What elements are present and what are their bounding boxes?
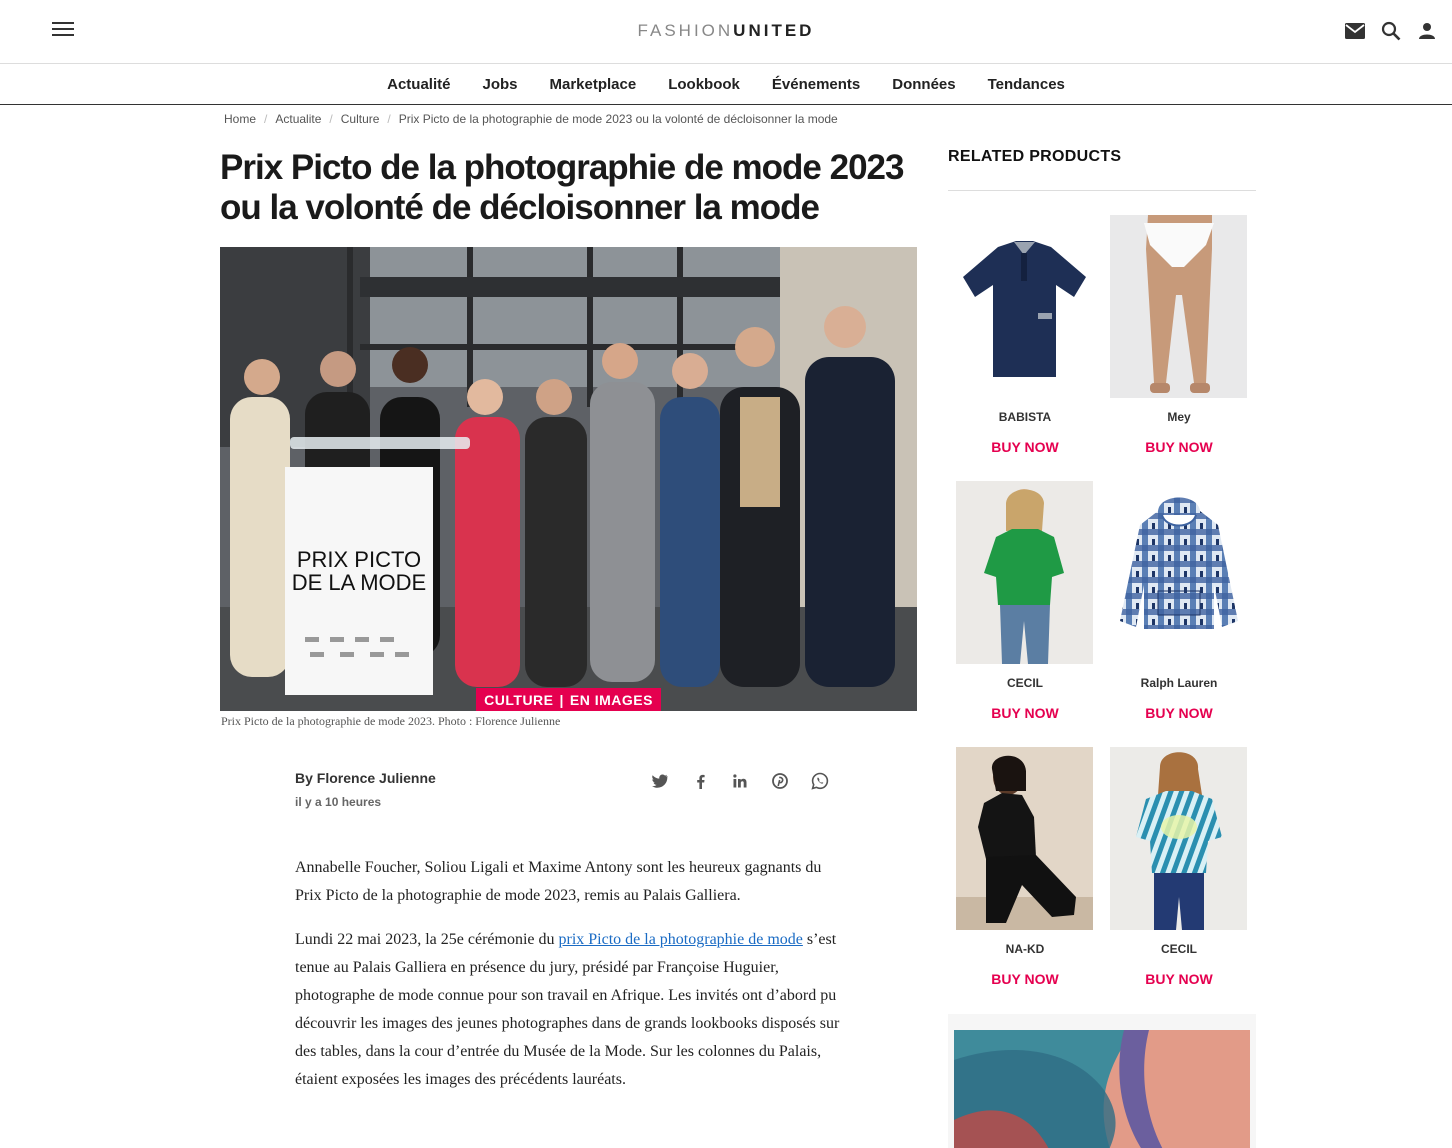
breadcrumb: Home / Actualite / Culture / Prix Picto de la … bbox=[224, 112, 838, 126]
main-nav: Actualité Jobs Marketplace Lookbook Évén… bbox=[0, 64, 1452, 105]
tag-en-images: EN IMAGES bbox=[569, 692, 653, 708]
logo-bold-text: UNITED bbox=[733, 21, 815, 40]
prix-picto-link[interactable]: prix Picto de la photographie de mode bbox=[558, 931, 802, 948]
breadcrumb-home[interactable]: Home bbox=[224, 112, 256, 126]
product-image[interactable] bbox=[1110, 215, 1247, 398]
article-body: Annabelle Foucher, Soliou Ligali et Maxi… bbox=[295, 854, 845, 1110]
logo-light-text: FASHION bbox=[637, 21, 734, 40]
buy-now-button[interactable]: BUY NOW bbox=[1110, 705, 1248, 721]
share-bar bbox=[650, 771, 830, 791]
account-icon[interactable] bbox=[1414, 18, 1440, 44]
breadcrumb-current[interactable]: Prix Picto de la photographie de mode 20… bbox=[399, 112, 838, 126]
hero-image[interactable]: PRIX PICTO DE LA MODE CULTURE | EN IMAGES bbox=[220, 247, 917, 711]
breadcrumb-separator: / bbox=[329, 112, 333, 126]
related-products-title: RELATED PRODUCTS bbox=[948, 148, 1122, 165]
top-bar: FASHIONUNITED bbox=[0, 0, 1452, 64]
nav-item-marketplace[interactable]: Marketplace bbox=[550, 76, 637, 93]
product-brand: CECIL bbox=[1007, 676, 1043, 690]
product-brand: NA-KD bbox=[1005, 942, 1045, 956]
product-image[interactable] bbox=[956, 747, 1093, 930]
pinterest-icon[interactable] bbox=[770, 771, 790, 791]
nav-item-jobs[interactable]: Jobs bbox=[482, 76, 517, 93]
divider bbox=[948, 190, 1256, 191]
nav-item-lookbook[interactable]: Lookbook bbox=[668, 76, 740, 93]
nav-item-actualite[interactable]: Actualité bbox=[387, 76, 450, 93]
article-title: Prix Picto de la photographie de mode 20… bbox=[220, 148, 904, 227]
product-card[interactable]: CECIL BUY NOW bbox=[956, 481, 1094, 721]
breadcrumb-actualite[interactable]: Actualite bbox=[275, 112, 321, 126]
podium-sign-line1: PRIX PICTO bbox=[297, 547, 421, 572]
image-caption: Prix Picto de la photographie de mode 20… bbox=[221, 714, 561, 728]
breadcrumb-separator: / bbox=[387, 112, 391, 126]
publish-time: il y a 10 heures bbox=[295, 795, 382, 809]
category-tag[interactable]: CULTURE | EN IMAGES bbox=[476, 688, 661, 711]
product-card[interactable]: CECIL BUY NOW bbox=[1110, 747, 1248, 987]
paragraph-1: Annabelle Foucher, Soliou Ligali et Maxi… bbox=[295, 859, 822, 904]
buy-now-button[interactable]: BUY NOW bbox=[1110, 971, 1248, 987]
paragraph-2-rest: s’est tenue au Palais Galliera en présen… bbox=[295, 931, 840, 1088]
buy-now-button[interactable]: BUY NOW bbox=[1110, 439, 1248, 455]
product-brand: Mey bbox=[1167, 410, 1191, 424]
nav-item-evenements[interactable]: Événements bbox=[772, 76, 860, 93]
breadcrumb-culture[interactable]: Culture bbox=[341, 112, 380, 126]
nav-item-donnees[interactable]: Données bbox=[892, 76, 955, 93]
nav-item-tendances[interactable]: Tendances bbox=[988, 76, 1065, 93]
byline: By Florence Julienne il y a 10 heures bbox=[295, 770, 436, 809]
paragraph-2: Lundi 22 mai 2023, la 25e cérémonie du p… bbox=[295, 926, 845, 1094]
whatsapp-icon[interactable] bbox=[810, 771, 830, 791]
product-card[interactable]: BABISTA BUY NOW bbox=[956, 215, 1094, 455]
search-icon[interactable] bbox=[1378, 18, 1404, 44]
product-card[interactable]: Mey BUY NOW bbox=[1110, 215, 1248, 455]
product-brand: Ralph Lauren bbox=[1140, 676, 1218, 690]
podium-sign-line2: DE LA MODE bbox=[292, 570, 426, 595]
mail-icon[interactable] bbox=[1342, 18, 1368, 44]
linkedin-icon[interactable] bbox=[730, 771, 750, 791]
product-brand: BABISTA bbox=[998, 410, 1052, 424]
product-image[interactable] bbox=[1110, 481, 1247, 664]
facebook-icon[interactable] bbox=[690, 771, 710, 791]
twitter-icon[interactable] bbox=[650, 771, 670, 791]
product-card[interactable]: Ralph Lauren BUY NOW bbox=[1110, 481, 1248, 721]
paragraph-2-lead: Lundi 22 mai 2023, la 25e cérémonie du bbox=[295, 931, 559, 948]
buy-now-button[interactable]: BUY NOW bbox=[956, 705, 1094, 721]
site-logo[interactable]: FASHIONUNITED bbox=[0, 21, 1452, 41]
ad-artwork bbox=[954, 1030, 1250, 1148]
product-image[interactable] bbox=[956, 481, 1093, 664]
product-image[interactable] bbox=[1110, 747, 1247, 930]
product-image[interactable] bbox=[956, 215, 1093, 398]
author-name[interactable]: By Florence Julienne bbox=[295, 770, 436, 786]
product-card[interactable]: NA-KD BUY NOW bbox=[956, 747, 1094, 987]
tag-culture: CULTURE bbox=[484, 692, 554, 708]
product-brand: CECIL bbox=[1161, 942, 1197, 956]
buy-now-button[interactable]: BUY NOW bbox=[956, 439, 1094, 455]
buy-now-button[interactable]: BUY NOW bbox=[956, 971, 1094, 987]
breadcrumb-separator: / bbox=[264, 112, 268, 126]
advertisement[interactable] bbox=[948, 1014, 1256, 1148]
